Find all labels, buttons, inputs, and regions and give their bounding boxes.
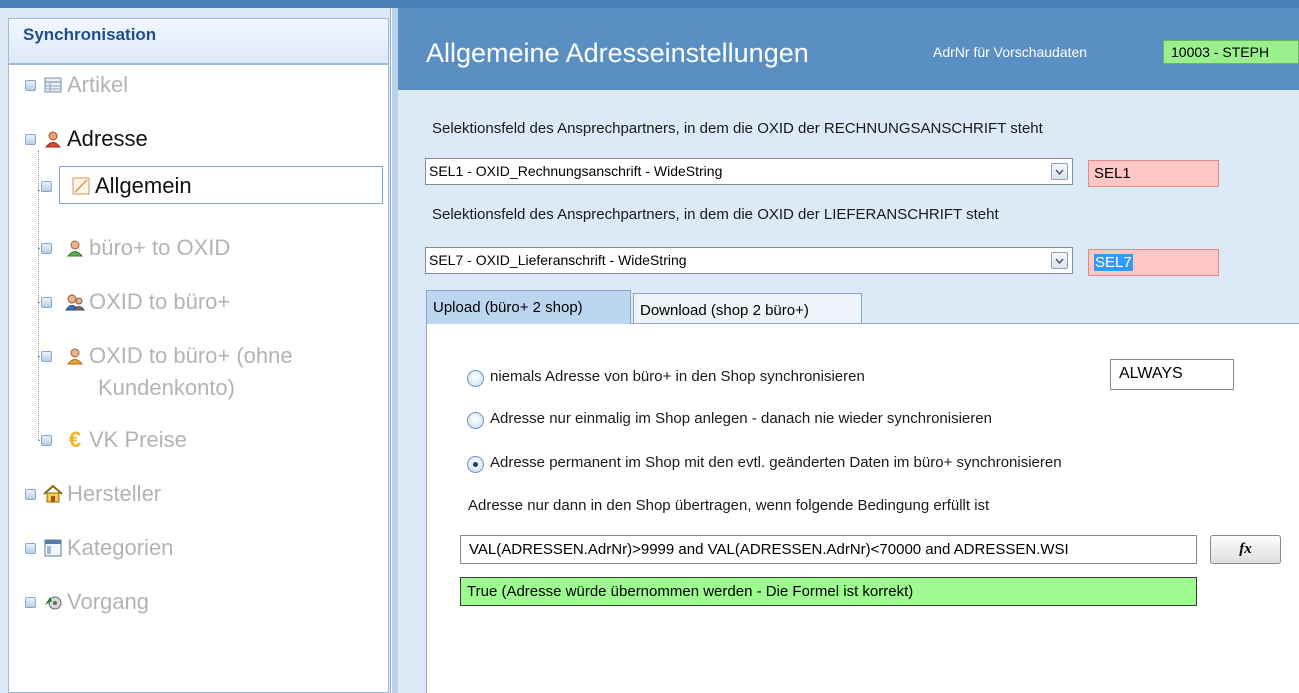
tree-item-oxid-to-buero-ohne[interactable]: OXID to büro+ (ohne xyxy=(41,340,293,372)
formula-editor-button[interactable]: fx xyxy=(1210,535,1281,564)
tree-item-hersteller[interactable]: Hersteller xyxy=(25,478,161,510)
process-icon xyxy=(43,592,63,612)
tree-item-label: Hersteller xyxy=(67,481,162,506)
expand-icon[interactable] xyxy=(41,242,52,254)
person-icon xyxy=(43,129,63,149)
table-icon xyxy=(43,75,63,95)
home-icon xyxy=(43,484,63,504)
radio-never-sync[interactable] xyxy=(467,370,484,387)
euro-icon: € xyxy=(68,427,82,452)
expand-icon[interactable] xyxy=(41,350,52,362)
tree-item-label: Artikel xyxy=(67,72,129,97)
person-green-icon xyxy=(65,238,85,258)
liefer-select[interactable]: SEL7 - OXID_Lieferanschrift - WideString xyxy=(425,247,1073,274)
tree-item-adresse[interactable]: Adresse xyxy=(25,123,148,155)
tab-download[interactable]: Download (shop 2 büro+) xyxy=(633,293,862,325)
tree-item-kategorien[interactable]: Kategorien xyxy=(25,532,173,564)
tab-label: Upload (büro+ 2 shop) xyxy=(433,299,583,316)
tree-line xyxy=(38,150,39,440)
expand-icon[interactable] xyxy=(25,542,36,554)
expand-icon[interactable] xyxy=(25,596,36,608)
tree-item-buero-to-oxid[interactable]: büro+ to OXID xyxy=(41,232,230,264)
tree-item-label: Kundenkonto) xyxy=(98,375,235,400)
rechnung-select-value: SEL1 - OXID_Rechnungsanschrift - WideStr… xyxy=(429,163,723,179)
tree-item-label: OXID to büro+ xyxy=(89,289,231,314)
tree-item-label: OXID to büro+ (ohne xyxy=(89,343,293,368)
rechnung-field-input[interactable]: SEL1 xyxy=(1088,160,1219,187)
tree-item-label-continued: Kundenkonto) xyxy=(98,372,235,404)
tab-label: Download (shop 2 büro+) xyxy=(640,302,809,319)
window-top-strip xyxy=(0,0,1299,8)
expand-icon[interactable] xyxy=(41,434,52,446)
edit-icon xyxy=(71,176,91,196)
liefer-select-value: SEL7 - OXID_Lieferanschrift - WideString xyxy=(429,252,687,268)
tree-item-label: Allgemein xyxy=(95,173,192,198)
tree-item-allgemein[interactable]: Allgemein xyxy=(41,170,192,202)
collapse-icon[interactable] xyxy=(25,133,36,145)
page-title: Allgemeine Adresseinstellungen xyxy=(426,38,809,68)
liefer-field-input[interactable]: SEL7 xyxy=(1088,249,1219,276)
formula-result-status: True (Adresse würde übernommen werden - … xyxy=(460,577,1197,606)
mode-value-field[interactable]: ALWAYS xyxy=(1110,359,1234,390)
dropdown-arrow-icon[interactable] xyxy=(1051,163,1068,180)
sidebar-title: Synchronisation xyxy=(23,25,157,44)
liefer-field-value: SEL7 xyxy=(1094,254,1133,271)
tree-item-label: büro+ to OXID xyxy=(89,235,231,260)
expand-icon[interactable] xyxy=(25,488,36,500)
tree-item-vk-preise[interactable]: € VK Preise xyxy=(41,424,187,456)
radio-once-only-label: Adresse nur einmalig im Shop anlegen - d… xyxy=(490,410,992,427)
adrnr-preview-label: AdrNr für Vorschaudaten xyxy=(933,44,1088,60)
expand-icon[interactable] xyxy=(25,79,36,91)
liefer-label: Selektionsfeld des Ansprechpartners, in … xyxy=(432,206,999,223)
fx-icon: fx xyxy=(1239,541,1252,557)
condition-label: Adresse nur dann in den Shop übertragen,… xyxy=(468,497,990,514)
radio-permanent-sync[interactable] xyxy=(467,456,484,473)
rechnung-label: Selektionsfeld des Ansprechpartners, in … xyxy=(432,120,1043,137)
dropdown-arrow-icon[interactable] xyxy=(1051,252,1068,269)
people-icon xyxy=(65,292,85,312)
adrnr-preview-field[interactable]: 10003 - STEPH xyxy=(1163,40,1299,64)
radio-once-only[interactable] xyxy=(467,412,484,429)
tab-upload[interactable]: Upload (büro+ 2 shop) xyxy=(426,290,631,324)
expand-icon[interactable] xyxy=(41,180,52,192)
expand-icon[interactable] xyxy=(41,296,52,308)
condition-formula-input[interactable]: VAL(ADRESSEN.AdrNr)>9999 and VAL(ADRESSE… xyxy=(460,535,1197,564)
radio-permanent-sync-label: Adresse permanent im Shop mit den evtl. … xyxy=(490,454,1062,471)
tree-item-oxid-to-buero[interactable]: OXID to büro+ xyxy=(41,286,230,318)
radio-never-sync-label: niemals Adresse von büro+ in den Shop sy… xyxy=(490,368,865,385)
tree-item-label: Vorgang xyxy=(67,589,149,614)
rechnung-field-value: SEL1 xyxy=(1094,165,1131,182)
tree-item-label: Kategorien xyxy=(67,535,174,560)
rechnung-select[interactable]: SEL1 - OXID_Rechnungsanschrift - WideStr… xyxy=(425,158,1073,185)
tree-item-artikel[interactable]: Artikel xyxy=(25,69,128,101)
tree-item-vorgang[interactable]: Vorgang xyxy=(25,586,149,618)
tree-item-label: VK Preise xyxy=(89,427,187,452)
person-orange-icon xyxy=(65,346,85,366)
sidebar-header[interactable]: Synchronisation xyxy=(8,18,389,64)
tree-item-label: Adresse xyxy=(67,126,148,151)
category-icon xyxy=(43,538,63,558)
